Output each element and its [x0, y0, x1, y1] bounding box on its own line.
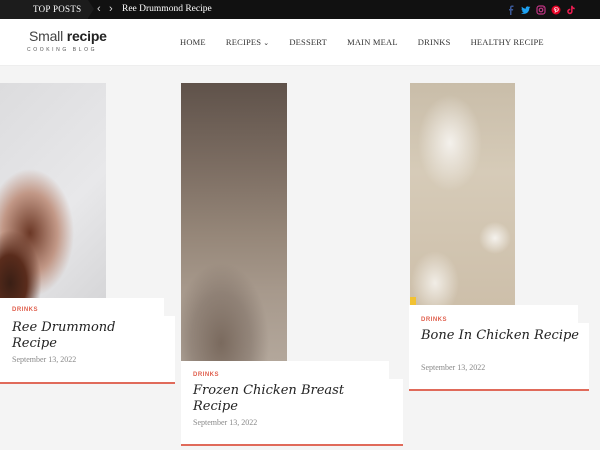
instagram-icon[interactable]: [536, 4, 546, 15]
top-post-link[interactable]: Ree Drummond Recipe: [122, 0, 212, 19]
label-arrow: [88, 0, 94, 18]
site-logo[interactable]: Small recipe COOKING BLOG: [27, 27, 122, 59]
post-image[interactable]: [410, 83, 515, 305]
top-posts-label: TOP POSTS: [0, 0, 88, 19]
post-title[interactable]: Ree Drummond Recipe: [12, 320, 162, 352]
menu-item-drinks[interactable]: DRINKS: [418, 37, 451, 47]
card-box: DRINKS Frozen Chicken Breast Recipe Sept…: [181, 372, 403, 444]
post-image[interactable]: [0, 83, 106, 298]
post-image[interactable]: [181, 83, 287, 361]
chevron-left-icon[interactable]: ‹: [97, 0, 101, 19]
tiktok-icon[interactable]: [566, 5, 576, 15]
main-menu: HOME RECIPES ⌄ DESSERT MAIN MEAL DRINKS H…: [180, 19, 564, 65]
facebook-icon[interactable]: [506, 5, 516, 15]
post-category[interactable]: DRINKS: [12, 307, 38, 313]
menu-item-home[interactable]: HOME: [180, 37, 206, 47]
logo-title: Small recipe: [29, 28, 107, 44]
post-category[interactable]: DRINKS: [193, 372, 219, 378]
image-accent: [410, 297, 416, 305]
menu-item-main-meal[interactable]: MAIN MEAL: [347, 37, 398, 47]
post-title[interactable]: Bone In Chicken Recipe: [421, 328, 581, 344]
chevron-down-icon: ⌄: [263, 39, 270, 47]
card-underline: [409, 389, 589, 391]
post-date: September 13, 2022: [421, 363, 486, 372]
card-box: DRINKS Ree Drummond Recipe September 13,…: [0, 307, 175, 382]
menu-item-recipes[interactable]: RECIPES ⌄: [226, 37, 270, 47]
post-title[interactable]: Frozen Chicken Breast Recipe: [193, 383, 393, 415]
post-date: September 13, 2022: [12, 355, 77, 364]
social-links: [506, 0, 576, 19]
pinterest-icon[interactable]: [551, 5, 561, 15]
card-box: DRINKS Bone In Chicken Recipe September …: [409, 317, 589, 389]
chevron-right-icon[interactable]: ›: [109, 0, 113, 19]
twitter-icon[interactable]: [521, 5, 531, 15]
card-underline: [0, 382, 175, 384]
card-underline: [181, 444, 403, 446]
post-category[interactable]: DRINKS: [421, 317, 447, 323]
logo-subtitle: COOKING BLOG: [27, 47, 98, 53]
top-bar: TOP POSTS ‹ › Ree Drummond Recipe: [0, 0, 600, 19]
menu-item-dessert[interactable]: DESSERT: [289, 37, 327, 47]
card-box-top: [181, 361, 389, 381]
menu-item-healthy-recipe[interactable]: HEALTHY RECIPE: [471, 37, 544, 47]
site-header: Small recipe COOKING BLOG HOME RECIPES ⌄ …: [0, 19, 600, 66]
post-date: September 13, 2022: [193, 418, 258, 427]
